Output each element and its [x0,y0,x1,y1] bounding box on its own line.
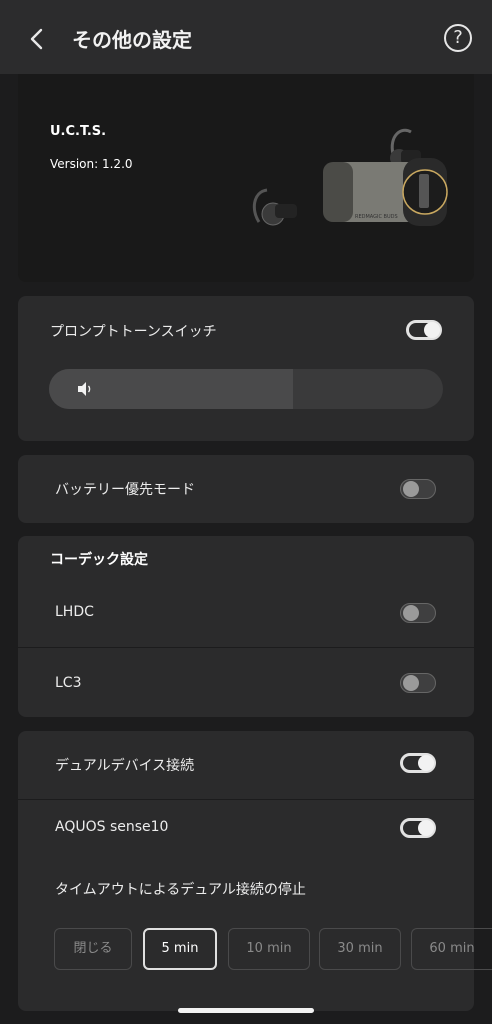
device-card: U.C.T.S. Version: 1.2.0 REDMAGIC BUDS [18,74,474,282]
home-indicator [178,1008,314,1013]
prompt-tone-card: プロンプトトーンスイッチ [18,296,474,441]
paired-device-toggle[interactable] [400,818,436,838]
timeout-option-close[interactable]: 閉じる [54,928,132,970]
speaker-icon [78,382,91,396]
divider [18,647,474,648]
paired-device-label: AQUOS sense10 [55,819,169,835]
back-button[interactable] [22,24,52,54]
page-title: その他の設定 [72,28,192,52]
timeout-title: タイムアウトによるデュアル接続の停止 [55,882,306,898]
timeout-option-30min[interactable]: 30 min [319,928,401,970]
top-bar: その他の設定 ? [0,0,492,74]
timeout-option-10min[interactable]: 10 min [228,928,310,970]
codec-lc3-toggle[interactable] [400,673,436,693]
case-branding-text: REDMAGIC BUDS [355,214,398,220]
battery-mode-toggle[interactable] [400,479,436,499]
codec-lc3-label: LC3 [55,675,82,691]
codec-lhdc-label: LHDC [55,604,94,620]
help-button[interactable]: ? [444,24,472,52]
timeout-option-5min[interactable]: 5 min [143,928,217,970]
prompt-volume-slider[interactable] [49,369,443,409]
chevron-left-icon [30,28,43,50]
device-version: Version: 1.2.0 [50,157,133,171]
device-name: U.C.T.S. [50,124,107,139]
codec-lhdc-toggle[interactable] [400,603,436,623]
codec-title: コーデック設定 [50,552,148,568]
prompt-tone-label: プロンプトトーンスイッチ [50,324,217,340]
earbuds-product-image: REDMAGIC BUDS [252,128,448,226]
timeout-option-60min[interactable]: 60 min [411,928,492,970]
prompt-tone-toggle[interactable] [406,320,442,340]
dual-device-label: デュアルデバイス接続 [55,758,195,774]
question-icon: ? [453,27,463,48]
battery-mode-label: バッテリー優先モード [55,482,195,498]
dual-device-toggle[interactable] [400,753,436,773]
battery-mode-card: バッテリー優先モード [18,455,474,523]
divider [18,799,474,800]
codec-card: コーデック設定 LHDC LC3 [18,536,474,717]
